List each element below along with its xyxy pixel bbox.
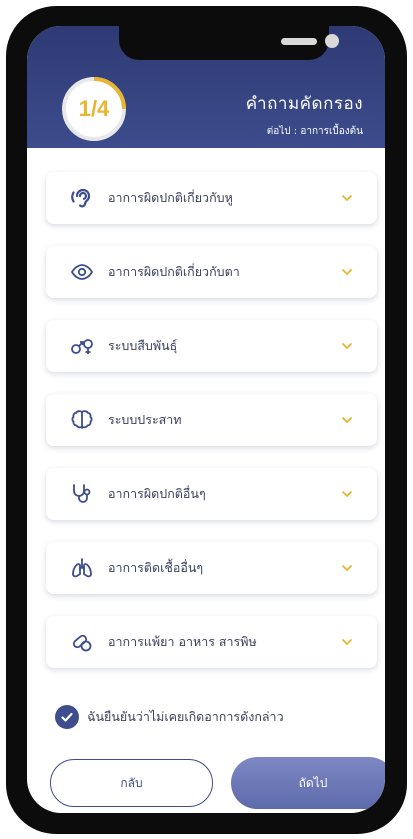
category-item-eye[interactable]: อาการผิดปกติเกี่ยวกับตา	[46, 246, 377, 298]
speaker-icon	[281, 38, 317, 45]
progress-label: 1/4	[78, 96, 110, 121]
category-item-nervous-system[interactable]: ระบบประสาท	[46, 394, 377, 446]
category-item-other-abnormal[interactable]: อาการผิดปกติอื่นๆ	[46, 468, 377, 520]
lungs-icon	[68, 554, 96, 582]
ear-icon	[68, 184, 96, 212]
category-label: อาการแพ้ยา อาหาร สารพิษ	[108, 634, 257, 649]
confirm-label: ฉันยืนยันว่าไม่เคยเกิดอาการดังกล่าว	[87, 709, 284, 724]
checkbox-checked-icon[interactable]	[55, 705, 79, 729]
chevron-down-icon	[342, 343, 352, 350]
gender-symbols-icon	[68, 332, 96, 360]
category-item-infection[interactable]: อาการติดเชื้ออื่นๆ	[46, 542, 377, 594]
confirm-checkbox-row[interactable]: ฉันยืนยันว่าไม่เคยเกิดอาการดังกล่าว	[55, 704, 284, 730]
brain-icon	[68, 406, 96, 434]
category-item-reproductive[interactable]: ระบบสืบพันธุ์	[46, 320, 377, 372]
chevron-down-icon	[342, 269, 352, 276]
phone-notch	[119, 26, 339, 60]
category-label: อาการผิดปกติเกี่ยวกับตา	[108, 264, 240, 279]
category-label: อาการผิดปกติอื่นๆ	[108, 486, 206, 501]
next-button[interactable]: ถัดไป	[231, 757, 385, 809]
camera-icon	[325, 34, 339, 48]
page-title: คำถามคัดกรอง	[245, 94, 363, 114]
chevron-down-icon	[342, 639, 352, 646]
allergy-icon	[68, 628, 96, 656]
category-label: ระบบสืบพันธุ์	[108, 338, 178, 353]
category-item-allergy[interactable]: อาการแพ้ยา อาหาร สารพิษ	[46, 616, 377, 668]
chevron-down-icon	[342, 195, 352, 202]
phone-mockup: 1/4 คำถามคัดกรอง ต่อไป : อาการเบื้องต้น …	[0, 0, 413, 839]
next-step-label: ต่อไป : อาการเบื้องต้น	[266, 126, 363, 137]
back-button[interactable]: กลับ	[50, 759, 213, 807]
eye-icon	[68, 258, 96, 286]
category-item-ear[interactable]: อาการผิดปกติเกี่ยวกับหู	[46, 172, 377, 224]
category-label: อาการผิดปกติเกี่ยวกับหู	[108, 190, 233, 205]
app-screen: 1/4 คำถามคัดกรอง ต่อไป : อาการเบื้องต้น …	[27, 26, 385, 813]
chevron-down-icon	[342, 417, 352, 424]
chevron-down-icon	[342, 491, 352, 498]
stethoscope-icon	[68, 480, 96, 508]
category-label: อาการติดเชื้ออื่นๆ	[108, 560, 204, 575]
category-label: ระบบประสาท	[108, 412, 182, 427]
chevron-down-icon	[342, 565, 352, 572]
